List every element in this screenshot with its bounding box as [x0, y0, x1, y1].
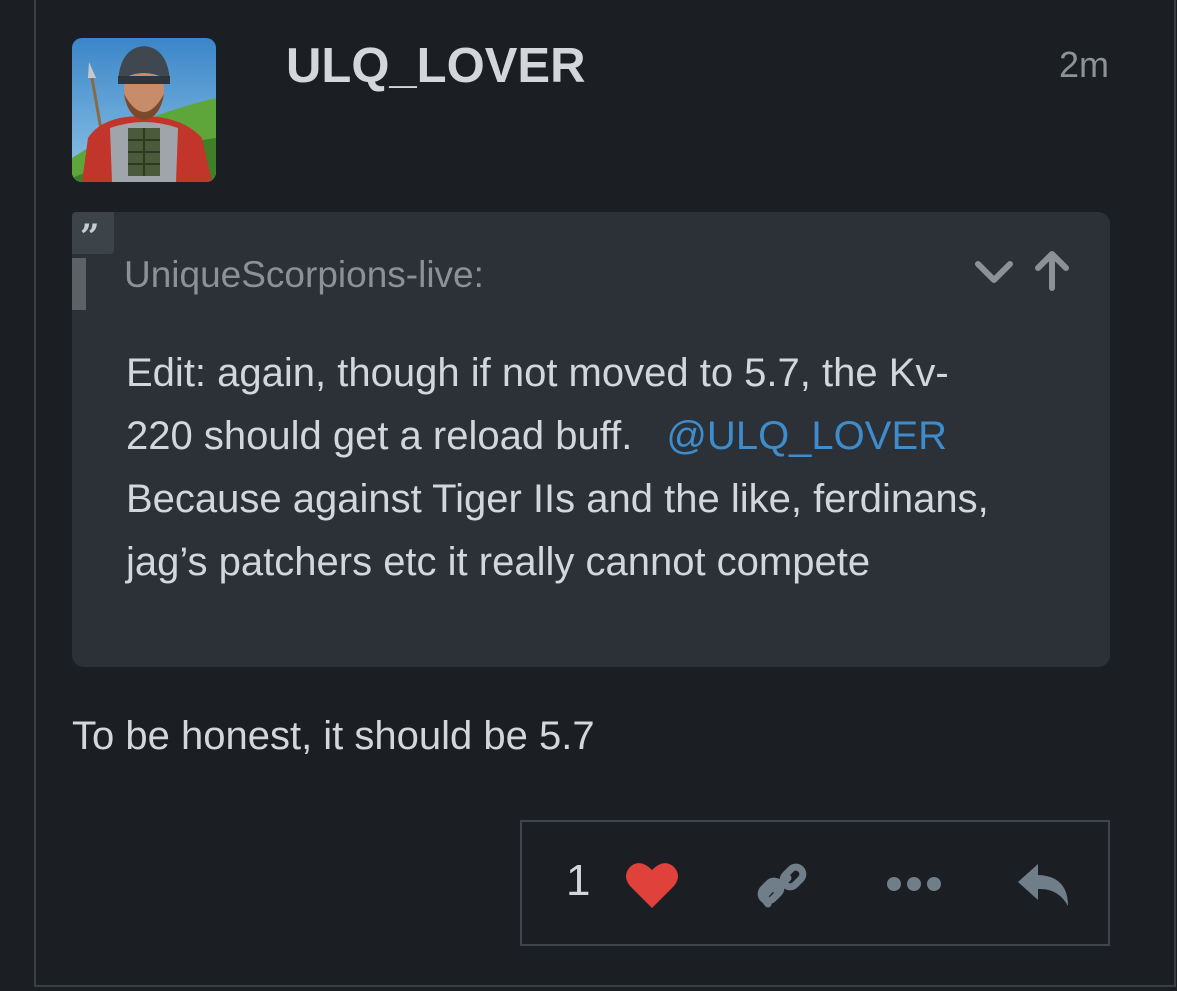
heart-icon[interactable]	[624, 860, 680, 910]
arrow-up-icon[interactable]	[1032, 248, 1072, 292]
quote-author[interactable]: UniqueScorpions-live:	[124, 254, 484, 296]
more-icon[interactable]	[886, 874, 942, 894]
chevron-down-icon[interactable]	[972, 256, 1016, 288]
quote-line: Edit: again, though if not moved to 5.7,…	[126, 351, 949, 395]
quote-controls	[972, 248, 1082, 296]
quote-bar	[72, 258, 86, 310]
quote-text: Edit: again, though if not moved to 5.7,…	[126, 342, 1096, 594]
post-timestamp[interactable]: 2m	[1059, 44, 1109, 86]
quote-line: jag’s patchers etc it really cannot comp…	[126, 540, 871, 584]
mention-link[interactable]: @ULQ_LOVER	[666, 414, 947, 458]
svg-text:”: ”	[80, 217, 100, 254]
post-actions: 1	[520, 820, 1110, 946]
avatar-image	[72, 38, 216, 182]
username[interactable]: ULQ_LOVER	[286, 38, 585, 94]
reply-icon[interactable]	[1014, 862, 1074, 908]
quote-icon: ”	[72, 212, 114, 257]
post-body: To be honest, it should be 5.7	[72, 714, 595, 758]
like-count[interactable]: 1	[566, 856, 590, 906]
quote-line: 220 should get a reload buff. @ULQ_LOVER	[126, 405, 1096, 468]
avatar[interactable]	[72, 38, 216, 182]
quote-line: Because against Tiger IIs and the like, …	[126, 477, 989, 521]
quote-line-text: 220 should get a reload buff.	[126, 414, 633, 458]
link-icon[interactable]	[754, 856, 810, 912]
